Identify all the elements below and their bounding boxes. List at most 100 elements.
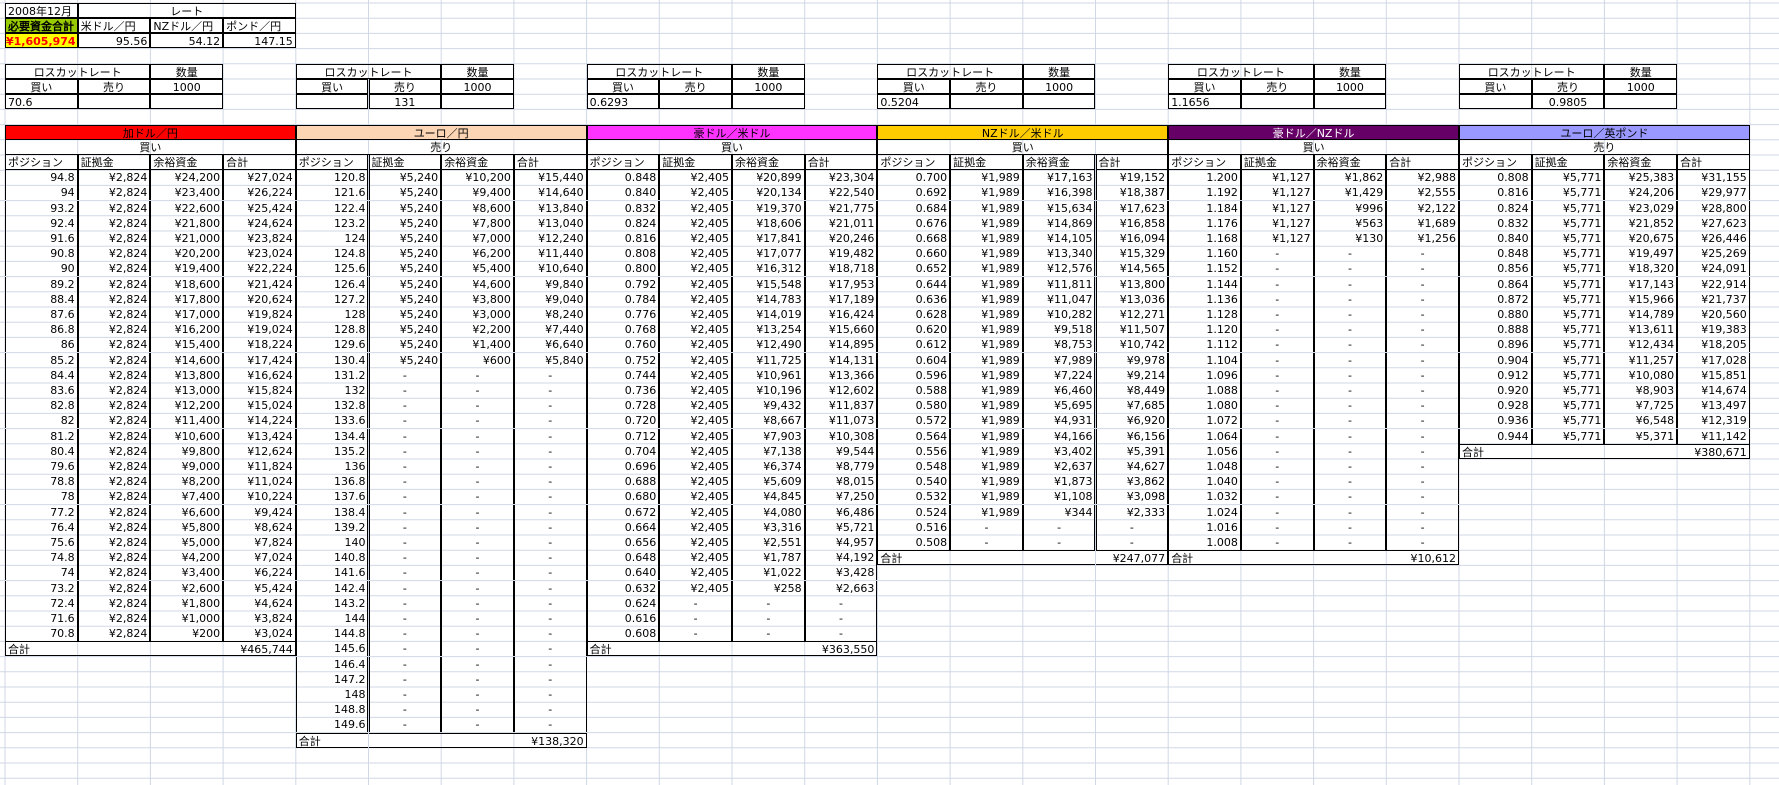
table-cell[interactable]: 88.4 [5,291,78,307]
table-cell[interactable]: 74.8 [5,550,78,566]
table-cell[interactable]: ¥5,240 [368,246,442,262]
losscut-buy-value[interactable]: 0.5204 [877,94,951,110]
table-cell[interactable]: ¥21,424 [223,276,296,292]
table-cell[interactable]: ¥2,824 [77,170,151,186]
quantity-label[interactable]: 数量 [1313,63,1387,79]
table-cell[interactable]: ¥7,824 [223,535,296,550]
table-cell[interactable]: ¥3,428 [804,565,878,581]
table-cell[interactable]: ¥14,131 [804,352,878,368]
table-cell[interactable]: 136.8 [295,474,369,490]
quantity-value[interactable]: 1000 [732,79,805,94]
losscut-sell-label[interactable]: 売り [1240,79,1314,94]
table-cell[interactable]: ¥7,685 [1095,398,1169,414]
table-cell[interactable]: ¥15,660 [804,322,878,338]
table-cell[interactable]: ¥20,246 [804,231,878,246]
table-cell[interactable]: 0.728 [586,398,660,414]
table-cell[interactable]: 0.620 [877,322,951,338]
table-cell[interactable]: ¥8,624 [223,519,296,535]
table-cell[interactable]: ¥14,783 [732,291,805,307]
total-empty[interactable] [659,641,732,657]
table-cell[interactable]: 144 [295,611,369,626]
rate-label[interactable]: 米ドル／円 [77,18,151,34]
table-cell[interactable]: ¥22,224 [223,261,296,277]
table-cell[interactable]: ¥17,953 [804,276,878,292]
table-cell[interactable]: 131.2 [295,367,369,383]
table-cell[interactable]: ¥14,674 [1677,383,1750,398]
table-cell[interactable]: ¥3,824 [223,611,296,626]
table-cell[interactable]: ¥2,824 [77,474,151,490]
table-cell[interactable]: 0.644 [877,276,951,292]
table-cell[interactable]: ¥5,840 [513,352,587,368]
table-cell[interactable]: ¥16,200 [150,322,224,338]
table-cell[interactable]: - [1240,489,1314,505]
table-cell[interactable]: ¥2,405 [659,307,732,322]
table-cell[interactable]: ¥14,565 [1095,261,1169,277]
table-cell[interactable]: ¥13,424 [223,428,296,444]
table-cell[interactable]: 0.548 [877,459,951,474]
table-cell[interactable]: ¥1,989 [950,352,1023,368]
table-cell[interactable]: 0.856 [1459,261,1532,277]
table-cell[interactable]: 148.8 [295,702,369,718]
table-cell[interactable]: - [1386,276,1459,292]
losscut-empty[interactable] [150,94,224,110]
table-cell[interactable]: - [441,626,514,642]
table-cell[interactable]: ¥22,540 [804,185,878,201]
table-cell[interactable]: - [368,626,442,642]
month-label[interactable]: 2008年12月 [5,3,78,18]
table-cell[interactable]: ¥5,771 [1531,367,1605,383]
table-cell[interactable]: - [513,519,587,535]
losscut-buy-label[interactable]: 買い [295,79,369,94]
pair-header[interactable]: NZドル／米ドル [877,124,1169,140]
total-value[interactable]: ¥138,320 [513,732,587,748]
table-cell[interactable]: - [513,367,587,383]
table-cell[interactable]: ¥5,771 [1531,428,1605,444]
spreadsheet-grid[interactable]: 2008年12月 レート 必要資金合計 米ドル／円 95.56 NZドル／円 54.12 ポン… [0,0,1779,785]
column-header[interactable]: 合計 [1677,155,1750,170]
table-cell[interactable]: 0.608 [586,626,660,642]
table-cell[interactable]: ¥17,424 [223,352,296,368]
table-cell[interactable]: ¥2,824 [77,291,151,307]
table-cell[interactable]: ¥2,405 [659,215,732,231]
table-cell[interactable]: - [513,489,587,505]
table-cell[interactable]: - [441,717,514,733]
total-value[interactable]: ¥380,671 [1677,443,1750,459]
table-cell[interactable]: ¥20,899 [732,170,805,186]
table-cell[interactable]: ¥4,200 [150,550,224,566]
table-cell[interactable]: ¥18,205 [1677,337,1750,353]
table-cell[interactable]: ¥7,224 [1022,367,1096,383]
table-cell[interactable]: - [804,611,878,626]
losscut-sell-value[interactable]: 131 [368,94,442,110]
table-cell[interactable]: 120.8 [295,170,369,186]
table-cell[interactable]: 1.152 [1168,261,1241,277]
table-cell[interactable]: ¥11,073 [804,413,878,429]
column-header[interactable]: 余裕資金 [732,155,805,170]
table-cell[interactable]: ¥14,105 [1022,231,1096,246]
table-cell[interactable]: - [513,702,587,718]
table-cell[interactable]: ¥5,771 [1531,246,1605,262]
table-cell[interactable]: ¥3,400 [150,565,224,581]
table-cell[interactable]: ¥2,824 [77,443,151,459]
table-cell[interactable]: 86.8 [5,322,78,338]
table-cell[interactable]: - [441,611,514,626]
table-cell[interactable]: 0.700 [877,170,951,186]
table-cell[interactable]: ¥13,840 [513,200,587,216]
table-cell[interactable]: ¥20,200 [150,246,224,262]
table-cell[interactable]: ¥18,600 [150,276,224,292]
table-cell[interactable]: ¥1,127 [1240,200,1314,216]
table-cell[interactable]: - [441,565,514,581]
total-empty[interactable] [368,732,442,748]
table-cell[interactable]: 0.832 [1459,215,1532,231]
table-cell[interactable]: - [368,504,442,520]
table-cell[interactable]: - [1240,276,1314,292]
table-cell[interactable]: 0.880 [1459,307,1532,322]
losscut-buy-label[interactable]: 買い [1168,79,1241,94]
table-cell[interactable]: - [1240,519,1314,535]
table-cell[interactable]: ¥2,824 [77,200,151,216]
table-cell[interactable]: ¥21,000 [150,231,224,246]
losscut-empty[interactable] [732,94,805,110]
table-cell[interactable]: 0.848 [1459,246,1532,262]
table-cell[interactable]: ¥2,405 [659,322,732,338]
table-cell[interactable]: ¥1,989 [950,261,1023,277]
table-cell[interactable]: ¥16,312 [732,261,805,277]
table-cell[interactable]: - [513,535,587,550]
